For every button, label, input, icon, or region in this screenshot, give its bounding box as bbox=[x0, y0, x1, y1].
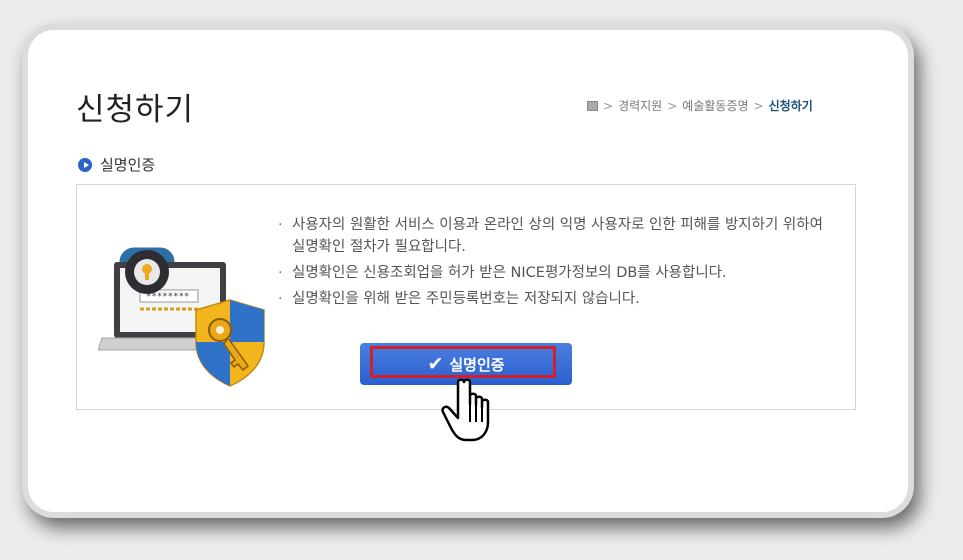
breadcrumb-separator: > bbox=[667, 98, 678, 113]
shield-quadrant-shape bbox=[230, 300, 264, 342]
section-heading-label: 실명인증 bbox=[100, 156, 156, 174]
notice-item: 실명확인을 위해 받은 주민등록번호는 저장되지 않습니다. bbox=[278, 288, 838, 310]
breadcrumb: > 경력지원 > 예술활동증명 > 신청하기 bbox=[587, 97, 813, 114]
section-heading: 실명인증 bbox=[78, 154, 155, 175]
key-hole-shape bbox=[216, 326, 224, 334]
breadcrumb-item-current: 신청하기 bbox=[768, 99, 813, 113]
breadcrumb-item-art-certification[interactable]: 예술활동증명 bbox=[682, 97, 748, 114]
security-lock-illustration-icon: ******** bbox=[98, 247, 265, 387]
page-title: 신청하기 bbox=[76, 92, 195, 128]
home-icon[interactable] bbox=[587, 100, 598, 111]
breadcrumb-separator: > bbox=[603, 98, 614, 113]
breadcrumb-separator: > bbox=[753, 98, 764, 113]
notice-item: 사용자의 원활한 서비스 이용과 온라인 상의 익명 사용자로 인한 피해를 방… bbox=[278, 214, 838, 258]
keyhole-slot-shape bbox=[145, 271, 149, 280]
breadcrumb-item-career-support[interactable]: 경력지원 bbox=[618, 97, 662, 114]
notice-item: 실명확인은 신용조회업을 허가 받은 NICE평가정보의 DB를 사용합니다. bbox=[278, 262, 838, 284]
notice-list: 사용자의 원활한 서비스 이용과 온라인 상의 익명 사용자로 인한 피해를 방… bbox=[278, 214, 838, 314]
hand-cursor-icon bbox=[441, 378, 490, 442]
password-dots-shape: ******** bbox=[146, 292, 189, 302]
button-highlight-box bbox=[370, 346, 556, 378]
bullet-icon bbox=[78, 157, 92, 172]
shield-quadrant-shape bbox=[196, 342, 230, 386]
